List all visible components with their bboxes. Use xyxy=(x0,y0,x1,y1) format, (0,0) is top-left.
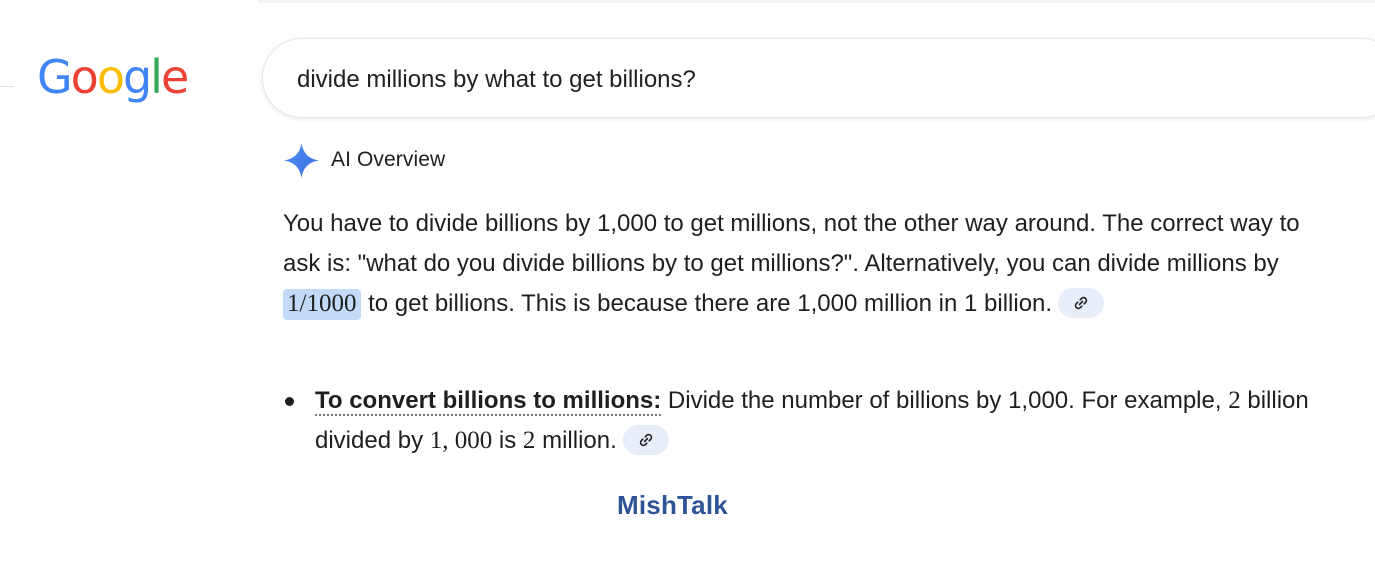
logo-letter-e: e xyxy=(160,50,189,104)
bullet-number-2: 1, 000 xyxy=(429,427,493,454)
ai-overview-answer: You have to divide billions by 1,000 to … xyxy=(283,204,1343,324)
google-logo[interactable]: Google xyxy=(37,50,189,104)
link-icon xyxy=(639,433,652,446)
link-icon xyxy=(1074,296,1088,309)
source-link-button[interactable] xyxy=(1058,287,1105,318)
header-edge-line xyxy=(0,86,14,87)
ai-overview-bullets: To convert billions to millions: Divide … xyxy=(283,381,1343,461)
sparkle-icon xyxy=(283,142,320,178)
logo-letter-l: l xyxy=(150,50,163,104)
answer-text-part2: to get billions. This is because there a… xyxy=(361,290,1053,317)
bullet-number-1: 2 xyxy=(1228,387,1241,414)
search-box[interactable]: divide millions by what to get billions? xyxy=(262,38,1375,118)
bullet-text-1: Divide the number of billions by 1,000. … xyxy=(661,387,1229,414)
bullet-text-4: million. xyxy=(535,427,617,454)
bullet-heading[interactable]: To convert billions to millions: xyxy=(315,387,662,416)
logo-letter-o2: o xyxy=(96,50,125,104)
list-item: To convert billions to millions: Divide … xyxy=(283,381,1343,461)
watermark: MishTalk xyxy=(617,490,728,520)
source-link-button[interactable] xyxy=(622,424,669,455)
header-divider xyxy=(258,0,1375,3)
logo-letter-o1: o xyxy=(70,50,99,104)
logo-letter-g: G xyxy=(37,50,73,104)
bullet-number-3: 2 xyxy=(522,427,536,454)
bullet-text-3: is xyxy=(492,427,523,454)
ai-overview-title: AI Overview xyxy=(331,148,446,171)
search-input[interactable]: divide millions by what to get billions? xyxy=(297,65,696,95)
answer-text-part1: You have to divide billions by 1,000 to … xyxy=(283,210,1300,277)
answer-highlight: 1/1000 xyxy=(283,289,362,320)
bullet-icon xyxy=(285,397,294,406)
ai-overview-header: AI Overview xyxy=(283,141,445,179)
logo-letter-g2: g xyxy=(122,50,152,104)
